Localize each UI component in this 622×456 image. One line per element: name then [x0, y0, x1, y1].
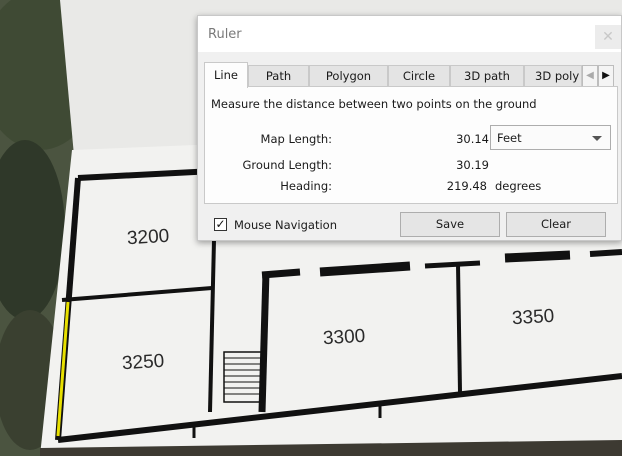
- ground-length-label: Ground Length:: [242, 158, 333, 172]
- unit-select-value: Feet: [497, 131, 522, 145]
- window-title: Ruler: [208, 27, 242, 42]
- ground-length-value: 30.19: [456, 158, 489, 172]
- unit-select[interactable]: Feet: [490, 125, 611, 150]
- tab-3d-polygon[interactable]: 3D poly: [524, 65, 582, 87]
- map-length-value: 30.14: [456, 132, 489, 146]
- tab-scroll-left-icon[interactable]: ◀: [582, 65, 598, 87]
- tab-line[interactable]: Line: [204, 62, 248, 88]
- title-bar[interactable]: Ruler ✕: [198, 16, 621, 52]
- tab-scroll-right-icon[interactable]: ▶: [598, 65, 614, 87]
- heading-label: Heading:: [280, 179, 332, 193]
- clear-button[interactable]: Clear: [506, 212, 606, 237]
- ruler-dialog: Ruler ✕ Line Path Polygon Circle 3D path…: [197, 15, 622, 241]
- room-label: 3250: [121, 350, 165, 375]
- room-label: 3300: [322, 325, 366, 350]
- instruction-text: Measure the distance between two points …: [211, 97, 537, 111]
- tab-circle[interactable]: Circle: [388, 65, 450, 87]
- close-icon[interactable]: ✕: [595, 25, 621, 49]
- checkbox-checked-icon[interactable]: ✓: [214, 218, 227, 231]
- line-tab-panel: Measure the distance between two points …: [204, 86, 618, 204]
- room-label: 3350: [511, 305, 555, 330]
- map-length-label: Map Length:: [260, 132, 332, 146]
- heading-units: degrees: [495, 179, 542, 193]
- mouse-navigation-label: Mouse Navigation: [234, 218, 337, 232]
- tab-polygon[interactable]: Polygon: [309, 65, 388, 87]
- tab-3d-path[interactable]: 3D path: [450, 65, 524, 87]
- tab-strip: Line Path Polygon Circle 3D path 3D poly…: [204, 62, 618, 88]
- save-button[interactable]: Save: [400, 212, 500, 237]
- chevron-down-icon: [592, 136, 602, 141]
- tab-path[interactable]: Path: [248, 65, 309, 87]
- heading-value: 219.48: [446, 179, 487, 193]
- room-label: 3200: [126, 225, 170, 250]
